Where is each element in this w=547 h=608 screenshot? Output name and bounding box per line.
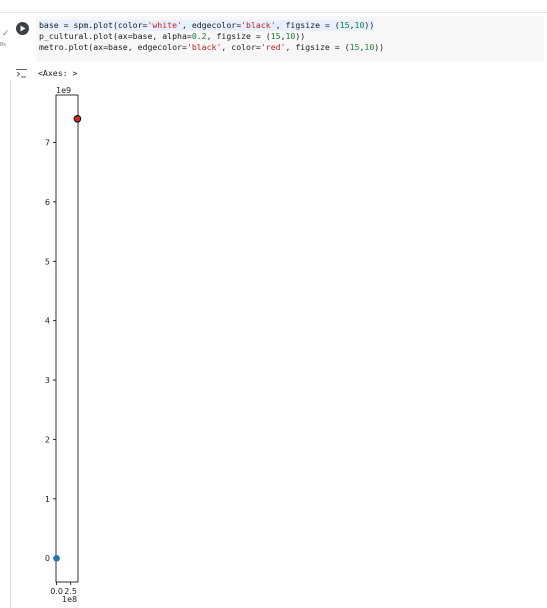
run-cell-button[interactable] [16, 22, 29, 35]
code-token: )) [295, 31, 306, 41]
scatter-chart: 1e9 0 1 2 3 4 5 6 7 0.0 2.5 1e8 [45, 86, 82, 604]
code-token: p_cultural.plot(ax=base, alpha= [39, 31, 192, 41]
code-token: metro.plot(ax=base, edgecolor= [39, 42, 187, 52]
code-token: , figsize = ( [285, 42, 350, 52]
y-tick-label: 6 [45, 198, 50, 207]
code-editor[interactable]: base = spm.plot(color='white', edgecolor… [36, 16, 544, 62]
y-tick-label: 2 [45, 435, 50, 444]
code-token: 'red' [260, 42, 286, 52]
code-token: 0.2 [191, 31, 207, 41]
code-token: 15 [349, 42, 360, 52]
x-axis: 0.0 2.5 [50, 582, 77, 596]
execution-time: 0s [0, 42, 7, 48]
y-tick-label: 7 [45, 139, 50, 148]
code-line: base = spm.plot(color='white', edgecolor… [39, 20, 375, 31]
output-text: <Axes: > [38, 68, 78, 78]
toolbar-divider [0, 0, 547, 13]
check-icon: ✓ [2, 29, 10, 39]
output-toggle-icon[interactable] [15, 68, 28, 79]
y-tick-label: 0 [45, 554, 50, 563]
code-token: 10 [364, 42, 375, 52]
code-line: metro.plot(ax=base, edgecolor='black', c… [39, 42, 384, 53]
code-token: 'black' [241, 20, 276, 30]
x-offset-label: 1e8 [62, 595, 77, 604]
code-token: 'black' [186, 42, 222, 52]
data-point [53, 554, 60, 562]
code-token: , color= [221, 42, 261, 52]
code-token: 15 [270, 31, 281, 41]
y-offset-label: 1e9 [56, 86, 71, 95]
code-token: )) [374, 42, 385, 52]
code-token: 'white' [147, 20, 182, 30]
plot-frame [55, 94, 79, 583]
code-token: base = spm.plot(color= [39, 20, 148, 30]
y-tick-label: 3 [45, 376, 50, 385]
y-tick-label: 5 [45, 257, 50, 266]
data-point [73, 114, 82, 123]
code-line: p_cultural.plot(ax=base, alpha=0.2, figs… [39, 31, 305, 42]
code-token: , edgecolor= [181, 20, 242, 30]
code-token: , figsize = ( [206, 31, 271, 41]
code-token: , figsize = ( [275, 20, 340, 30]
code-token: 10 [354, 20, 365, 30]
code-token: 10 [285, 31, 296, 41]
play-icon [20, 25, 26, 32]
code-token: 15 [339, 20, 350, 30]
code-token: )) [364, 20, 375, 30]
y-axis: 0 1 2 3 4 5 6 7 [45, 139, 56, 563]
y-tick-label: 4 [45, 317, 50, 326]
y-tick-label: 1 [45, 495, 50, 504]
